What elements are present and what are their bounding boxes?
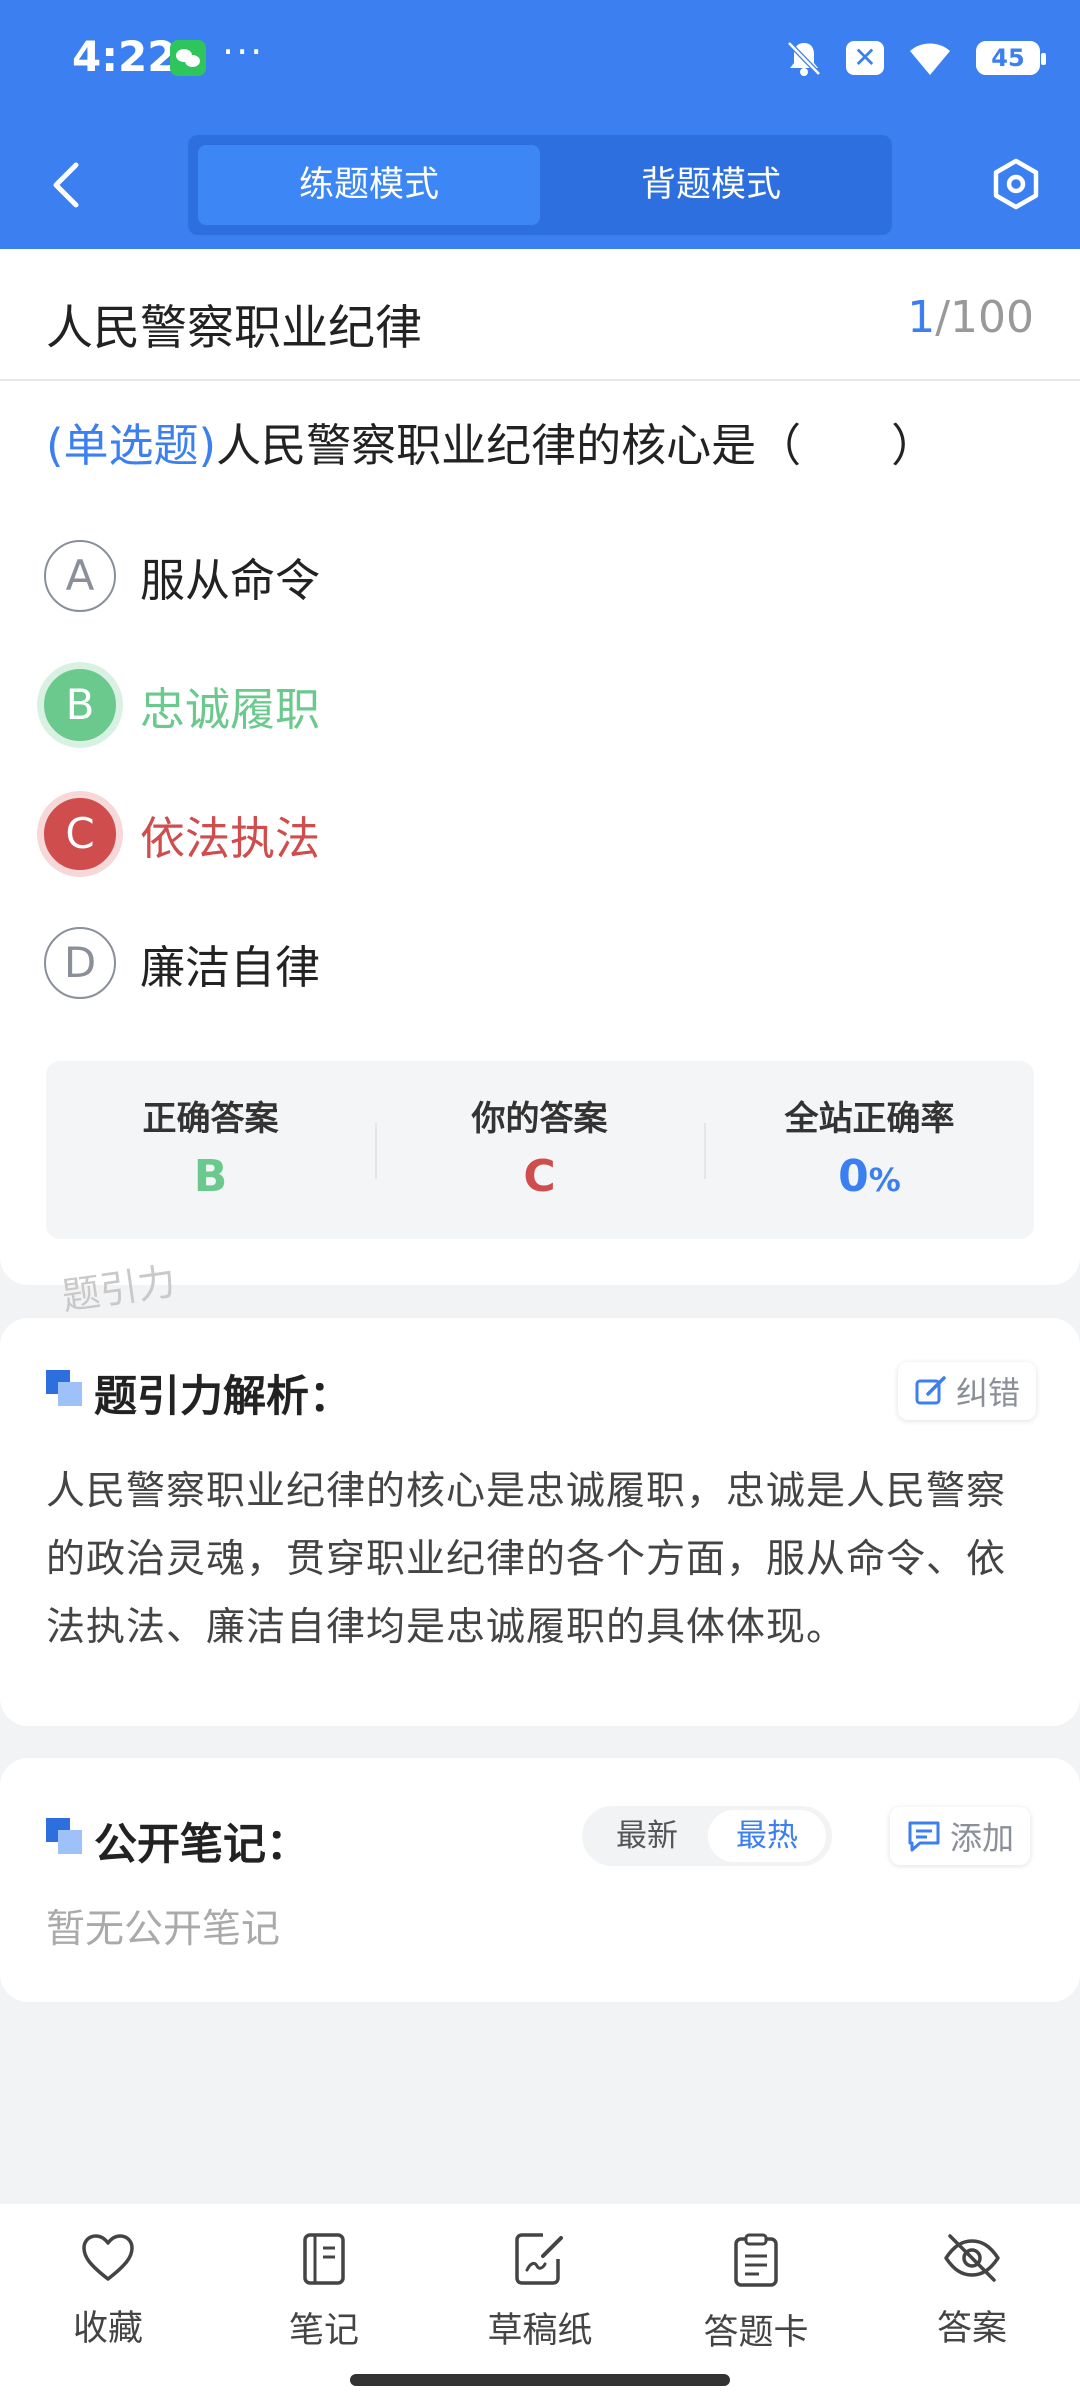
home-indicator[interactable] [350,2374,730,2386]
add-note-label: 添加 [950,1819,1015,1857]
question-counter: 1/100 [907,292,1034,343]
question-type: (单选题) [46,419,217,472]
comment-icon [908,1821,940,1852]
your-answer-value: C [523,1151,556,1202]
analysis-card: 题引力解析： 纠错 人民警察职业纪律的核心是忠诚履职，忠诚是人民警察的政治灵魂，… [0,1318,1080,1726]
option-b[interactable]: B 忠诚履职 [44,667,320,743]
status-time: 4:22 [72,32,177,81]
more-notifications-icon: ··· [222,30,265,74]
option-letter: A [44,540,116,612]
your-answer-column: 你的答案 C [375,1061,704,1239]
sort-hottest[interactable]: 最热 [708,1810,826,1862]
question-text: 人民警察职业纪律的核心是（ ） [216,419,937,472]
wifi-icon [910,43,950,75]
question-section-title: 人民警察职业纪律 [46,301,422,356]
report-error-label: 纠错 [956,1374,1021,1412]
your-answer-label: 你的答案 [471,1099,608,1139]
notes-title: 公开笔记： [94,1820,309,1870]
tab-practice-mode[interactable]: 练题模式 [198,145,540,225]
heart-icon [82,2234,134,2281]
bell-off-icon [787,41,821,76]
correct-answer-column: 正确答案 B [46,1061,375,1239]
sort-latest[interactable]: 最新 [588,1810,706,1862]
show-answer-label: 答案 [936,2309,1007,2349]
close-badge-icon: ✕ [846,41,884,75]
back-arrow-icon[interactable] [46,160,86,210]
current-question-number: 1 [907,292,936,343]
show-answer-button[interactable]: 答案 [892,2232,1052,2351]
option-text: 廉洁自律 [140,940,321,994]
answer-card-icon [734,2233,778,2287]
settings-hexagon-icon[interactable] [990,158,1042,210]
site-accuracy-column: 全站正确率 0% [705,1061,1034,1239]
draft-paper-label: 草稿纸 [487,2311,593,2351]
empty-notes-text: 暂无公开笔记 [46,1907,281,1952]
edit-icon [915,1376,946,1405]
question-stem: (单选题)人民警察职业纪律的核心是（ ） [46,409,1036,474]
wechat-notification-icon [170,40,206,76]
eye-off-icon [944,2234,1000,2282]
option-c[interactable]: C 依法执法 [44,796,320,872]
total-questions: /100 [935,292,1034,343]
section-squares-icon [46,1818,84,1856]
app-header: 4:22 ··· ✕ 45 练题模式 背题模式 [0,0,1080,249]
notebook-icon [303,2233,345,2285]
divider [0,379,1080,381]
option-letter: C [44,798,116,870]
bottom-toolbar: 收藏 笔记 草稿纸 答题卡 答案 [0,2204,1080,2400]
option-letter: B [44,669,116,741]
draft-paper-icon [515,2233,563,2285]
status-bar: 4:22 ··· ✕ 45 [0,0,1080,115]
site-accuracy-unit: % [868,1161,901,1199]
option-a[interactable]: A 服从命令 [44,538,320,614]
option-text: 依法执法 [140,811,321,865]
site-accuracy-number: 0 [838,1151,869,1202]
tab-memorize-mode[interactable]: 背题模式 [540,145,882,225]
notes-button[interactable]: 笔记 [244,2232,404,2353]
report-error-button[interactable]: 纠错 [898,1362,1037,1420]
correct-answer-value: B [193,1151,228,1202]
status-icons: ✕ 45 [784,34,1046,82]
section-squares-icon [46,1370,84,1408]
answer-card-button[interactable]: 答题卡 [676,2232,836,2355]
option-text: 忠诚履职 [140,682,321,736]
draft-paper-button[interactable]: 草稿纸 [460,2232,620,2353]
answer-card-label: 答题卡 [703,2313,809,2353]
notes-sort-toggle: 最新 最热 [582,1806,832,1866]
analysis-title: 题引力解析： [94,1372,352,1422]
site-accuracy-label: 全站正确率 [784,1099,955,1139]
mode-switch: 练题模式 背题模式 [188,135,892,235]
analysis-text: 人民警察职业纪律的核心是忠诚履职，忠诚是人民警察的政治灵魂，贯穿职业纪律的各个方… [46,1469,1007,1650]
favorite-label: 收藏 [72,2309,143,2349]
correct-answer-label: 正确答案 [142,1099,279,1139]
answer-summary: 正确答案 B 你的答案 C 全站正确率 0% [46,1061,1034,1239]
battery-icon: 45 [976,41,1046,75]
site-accuracy-value: 0% [705,1151,1034,1202]
favorite-button[interactable]: 收藏 [28,2232,188,2351]
option-d[interactable]: D 廉洁自律 [44,925,320,1001]
question-card: 人民警察职业纪律 1/100 (单选题)人民警察职业纪律的核心是（ ） A 服从… [0,249,1080,1285]
public-notes-card: 公开笔记： 最新 最热 添加 暂无公开笔记 [0,1758,1080,2002]
add-note-button[interactable]: 添加 [890,1807,1031,1865]
option-text: 服从命令 [140,553,321,607]
notes-label: 笔记 [288,2311,359,2351]
option-letter: D [44,927,116,999]
